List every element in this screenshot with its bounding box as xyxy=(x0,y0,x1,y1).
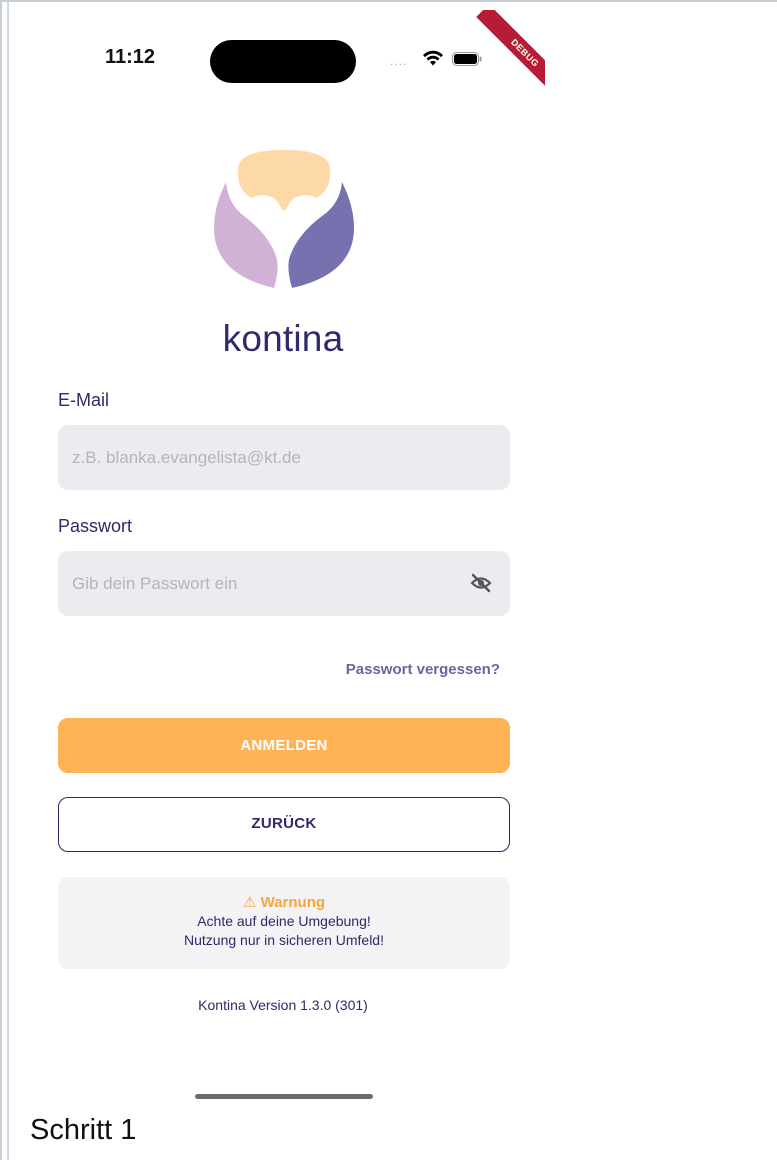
warning-box: ⚠ Warnung Achte auf deine Umgebung! Nutz… xyxy=(58,877,510,969)
step-caption: Schritt 1 xyxy=(30,1114,137,1146)
password-field[interactable] xyxy=(58,551,510,616)
frame-divider xyxy=(7,2,9,1160)
warning-title: ⚠ Warnung xyxy=(58,893,510,912)
forgot-password-link[interactable]: Passwort vergessen? xyxy=(0,661,500,678)
home-indicator[interactable] xyxy=(195,1094,373,1099)
kontina-logo xyxy=(214,150,354,288)
password-label: Passwort xyxy=(58,516,133,536)
debug-banner: DEBUG xyxy=(455,10,545,100)
warning-title-text: Warnung xyxy=(260,894,326,911)
warning-line-2: Nutzung nur in sicheren Umfeld! xyxy=(184,932,384,948)
email-field[interactable] xyxy=(58,425,510,490)
eye-off-icon[interactable] xyxy=(470,573,492,593)
debug-banner-label: DEBUG xyxy=(476,10,545,100)
login-button[interactable]: ANMELDEN xyxy=(58,718,510,773)
wifi-icon xyxy=(423,50,443,66)
dynamic-island xyxy=(210,40,356,83)
status-time: 11:12 xyxy=(105,46,156,68)
warning-line-1: Achte auf deine Umgebung! xyxy=(197,913,371,929)
email-label: E-Mail xyxy=(58,390,110,410)
warning-icon: ⚠ xyxy=(242,894,257,911)
back-button[interactable]: ZURÜCK xyxy=(58,797,510,852)
brand-name: kontina xyxy=(222,318,344,359)
app-version: Kontina Version 1.3.0 (301) xyxy=(198,997,368,1013)
cellular-signal-icon: .... xyxy=(390,54,408,68)
